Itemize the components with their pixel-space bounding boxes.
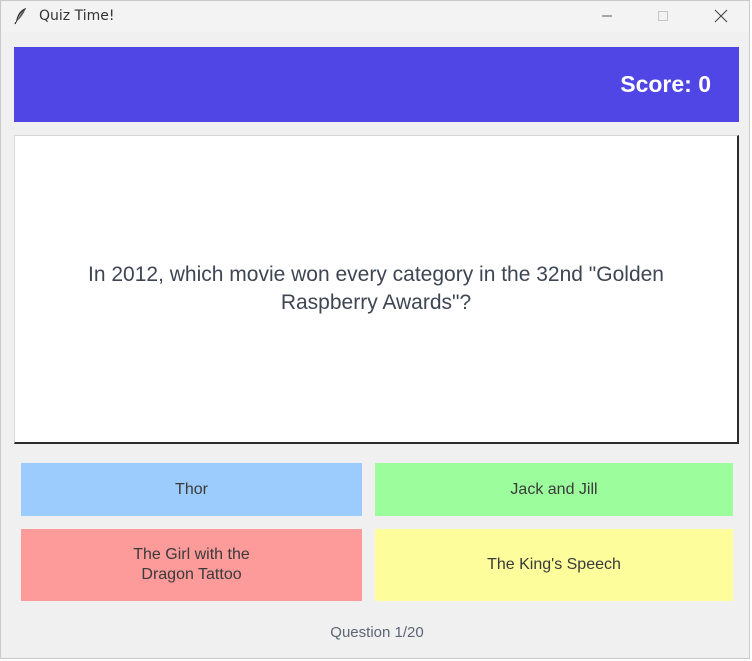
answer-label: The King's Speech [487, 556, 621, 573]
answer-label: Thor [175, 480, 208, 498]
answer-button-2[interactable]: Jack and Jill [375, 463, 733, 516]
quiz-window: Quiz Time! Score: 0 In 2012, which movie… [0, 0, 750, 659]
close-button[interactable] [698, 1, 744, 31]
minimize-button[interactable] [584, 1, 630, 31]
title-bar[interactable]: Quiz Time! [1, 1, 749, 31]
answer-button-3[interactable]: The Girl with the Dragon Tattoo [21, 529, 362, 601]
minimize-icon [602, 15, 612, 17]
answer-label: The Girl with the Dragon Tattoo [133, 546, 250, 583]
question-text: In 2012, which movie won every category … [88, 263, 664, 314]
maximize-button[interactable] [640, 1, 686, 31]
answer-button-4[interactable]: The King's Speech [375, 529, 733, 601]
question-card: In 2012, which movie won every category … [14, 135, 739, 444]
answer-label: Jack and Jill [510, 480, 598, 498]
window-title: Quiz Time! [39, 8, 115, 24]
feather-icon [14, 8, 26, 25]
question-counter: Question 1/20 [330, 624, 424, 641]
answer-button-1[interactable]: Thor [21, 463, 362, 516]
score-bar: Score: 0 [14, 47, 739, 122]
quiz-content: Score: 0 In 2012, which movie won every … [1, 32, 749, 658]
close-icon [714, 9, 728, 23]
score-label: Score: 0 [620, 71, 711, 97]
maximize-icon [658, 11, 668, 21]
